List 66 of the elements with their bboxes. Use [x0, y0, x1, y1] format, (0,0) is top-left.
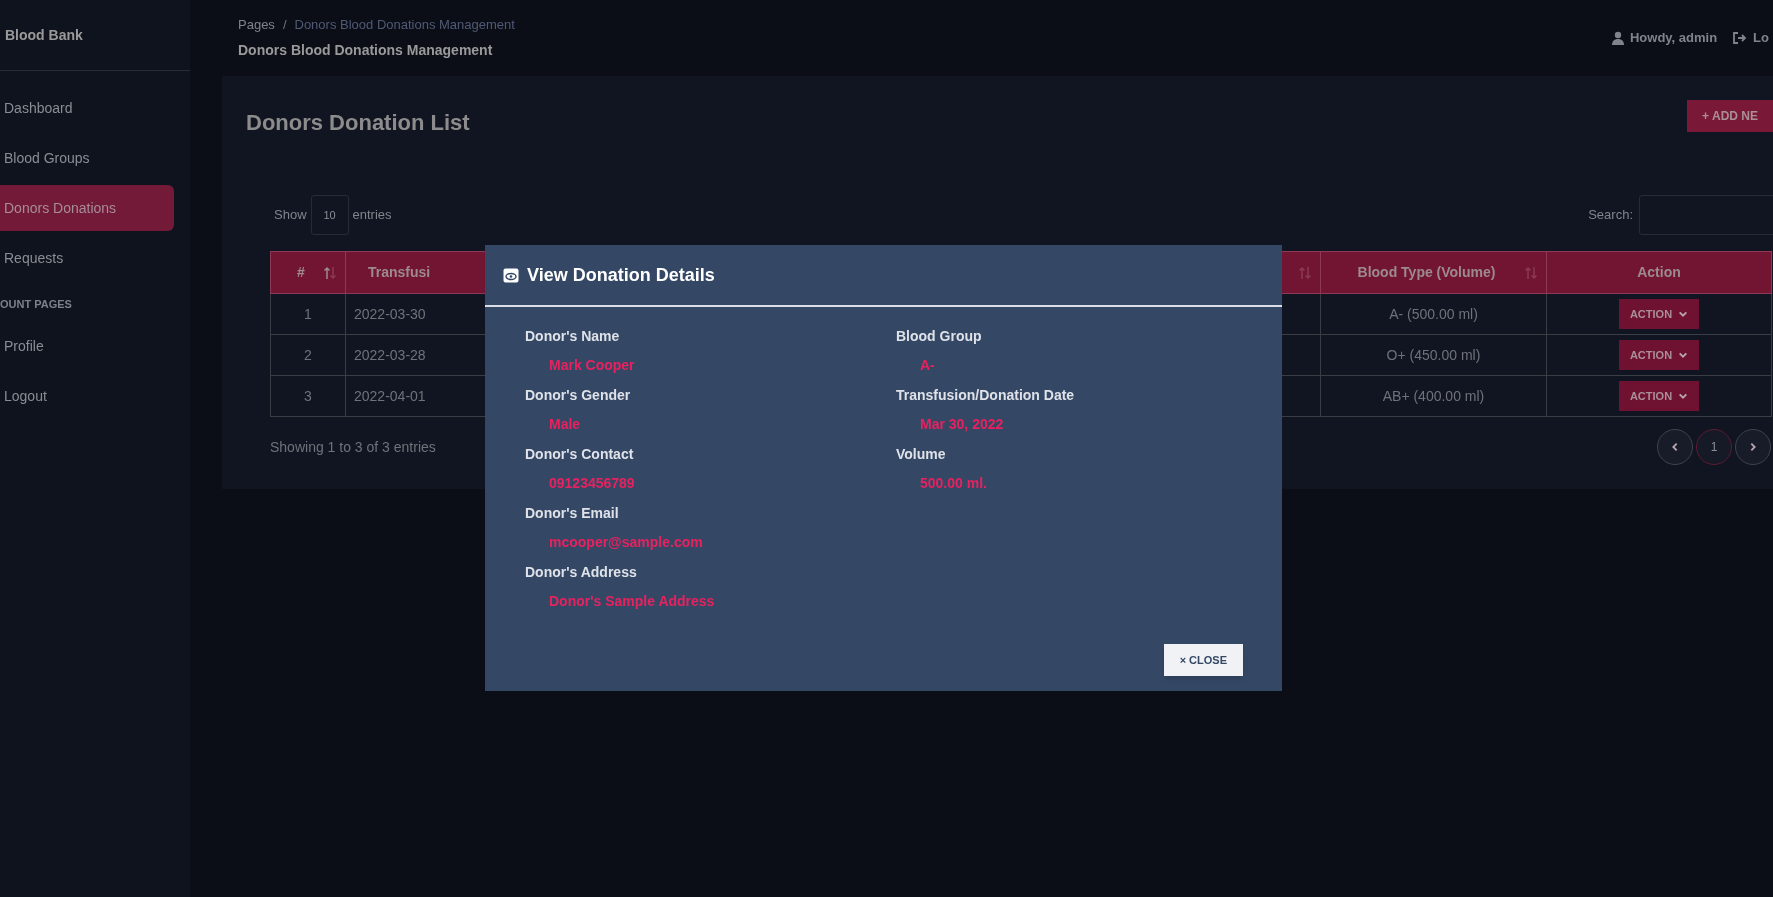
field-label: Donor's Contact	[525, 445, 635, 464]
field-label: Blood Group	[896, 327, 983, 346]
table-cell: O+ (450.00 ml)	[1386, 347, 1481, 363]
user-greeting[interactable]: Howdy, admin	[1629, 28, 1718, 48]
field-value: Mark Cooper	[548, 356, 636, 375]
sidebar-item[interactable]: Dashboard	[0, 85, 174, 131]
table-cell: A- (500.00 ml)	[1389, 306, 1478, 322]
table-cell: 2	[304, 347, 312, 363]
table-cell: 2022-03-30	[354, 306, 426, 322]
sidebar-item[interactable]: Profile	[0, 323, 174, 369]
column-header[interactable]: Transfusi	[368, 262, 431, 283]
breadcrumb-link[interactable]: Pages	[238, 14, 275, 35]
field-label: Donor's Gender	[525, 386, 632, 405]
caret-icon	[1678, 391, 1689, 401]
table-cell: 2022-03-28	[354, 347, 426, 363]
breadcrumb-separator: /	[282, 15, 287, 34]
eye-icon	[503, 267, 519, 283]
field-value: Mar 30, 2022	[919, 415, 1005, 434]
entries-select[interactable]: 10	[310, 195, 349, 235]
table-cell: 1	[304, 306, 312, 322]
card-title: Donors Donation List	[246, 109, 470, 137]
field-label: Donor's Address	[525, 563, 638, 582]
sort-icon	[1298, 264, 1312, 281]
sidebar-item[interactable]: Blood Groups	[0, 135, 174, 181]
close-button[interactable]: × CLOSE	[1163, 644, 1243, 676]
length-label: entries	[352, 206, 392, 225]
field-label: Volume	[896, 445, 947, 464]
page-button[interactable]: 1	[1696, 429, 1732, 465]
chevron-left-icon	[1670, 442, 1680, 452]
sidebar-item[interactable]: Donors Donations	[0, 185, 174, 231]
sort-icon	[323, 264, 337, 281]
brand-name: Blood Bank	[5, 25, 83, 45]
chevron-right-icon	[1748, 442, 1758, 452]
sort-icon	[1524, 264, 1538, 281]
length-label: Show	[274, 206, 307, 225]
field-value: 09123456789	[548, 474, 636, 493]
table-cell: 2022-04-01	[354, 388, 426, 404]
sidebar-item[interactable]: Logout	[0, 373, 174, 419]
action-button[interactable]: ACTION	[1619, 381, 1699, 411]
caret-icon	[1678, 309, 1689, 319]
field-value: 500.00 ml.	[919, 474, 988, 493]
field-value: A-	[919, 356, 936, 375]
next-page-button[interactable]	[1735, 429, 1771, 465]
field-label: Donor's Email	[525, 504, 620, 523]
caret-icon	[1678, 350, 1689, 360]
logout-icon	[1733, 32, 1748, 44]
previous-page-button[interactable]	[1657, 429, 1693, 465]
add-new-button[interactable]: + ADD NE	[1687, 100, 1773, 132]
action-button[interactable]: ACTION	[1619, 299, 1699, 329]
search-label: Search:	[1588, 206, 1633, 225]
field-label: Donor's Name	[525, 327, 621, 346]
field-label: Transfusion/Donation Date	[896, 386, 1075, 405]
field-value: mcooper@sample.com	[548, 533, 704, 552]
table-cell: AB+ (400.00 ml)	[1382, 388, 1485, 404]
sidebar-section-heading: OUNT PAGES	[0, 296, 73, 312]
field-value: Donor's Sample Address	[548, 592, 716, 611]
action-button[interactable]: ACTION	[1619, 340, 1699, 370]
table-info: Showing 1 to 3 of 3 entries	[270, 437, 436, 457]
logout-link[interactable]: Lo	[1753, 28, 1769, 48]
modal-title: View Donation Details	[527, 263, 715, 287]
table-cell: 3	[304, 388, 312, 404]
field-value: Male	[548, 415, 582, 434]
page-title: Donors Blood Donations Management	[238, 41, 494, 61]
breadcrumb-current: Donors Blood Donations Management	[294, 15, 515, 34]
sidebar-item[interactable]: Requests	[0, 235, 174, 281]
user-icon	[1611, 31, 1624, 45]
